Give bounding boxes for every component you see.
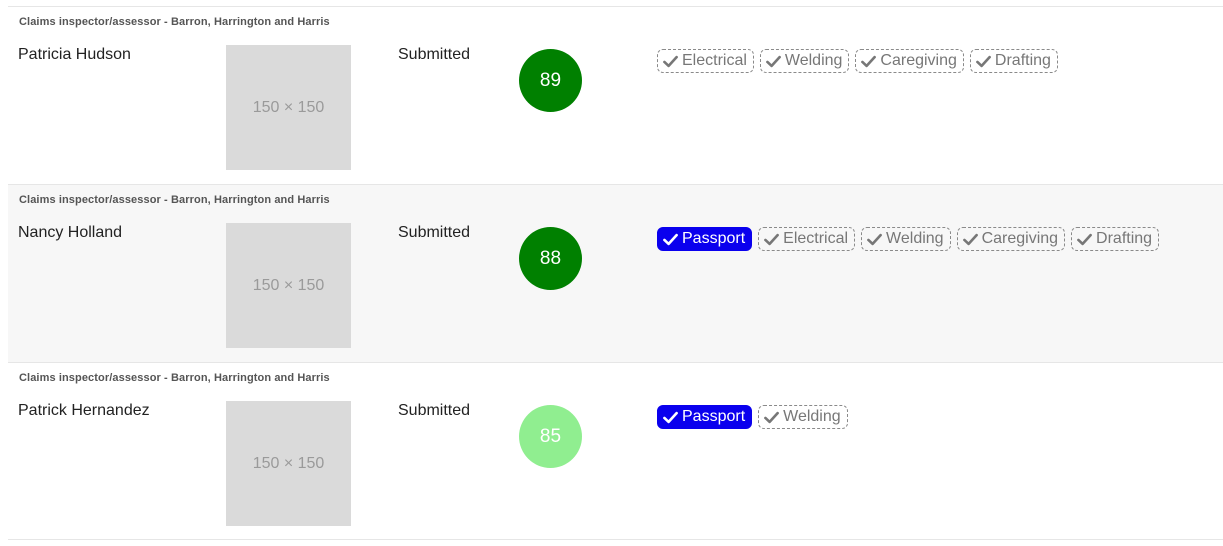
skill-tag-label: Caregiving	[981, 230, 1059, 247]
applicant-name[interactable]: Patrick Hernandez	[18, 402, 150, 420]
skill-tag[interactable]: Caregiving	[956, 227, 1066, 251]
application-status: Submitted	[398, 46, 471, 63]
application-status: Submitted	[398, 402, 471, 419]
applicant-photo: 150 × 150	[226, 45, 351, 170]
skill-tag[interactable]: Welding	[758, 405, 848, 429]
applicant-photo: 150 × 150	[226, 401, 351, 526]
check-icon	[766, 55, 781, 67]
skill-tag[interactable]: Electrical	[657, 49, 754, 73]
skill-tag[interactable]: Passport	[657, 405, 753, 429]
skill-tag[interactable]: Drafting	[969, 49, 1058, 73]
score-value: 88	[539, 247, 562, 269]
skill-tags: Passport Welding	[657, 405, 848, 429]
photo-placeholder-text: 150 × 150	[252, 98, 325, 116]
skill-tag-label: Drafting	[994, 52, 1051, 69]
photo-placeholder-text: 150 × 150	[252, 454, 325, 472]
applicant-row[interactable]: Claims inspector/assessor - Barron, Harr…	[8, 362, 1223, 540]
check-icon	[976, 55, 991, 67]
skill-tag[interactable]: Caregiving	[855, 49, 964, 73]
check-icon	[861, 55, 877, 67]
skill-tag-label: Welding	[783, 408, 841, 425]
applicant-row[interactable]: Claims inspector/assessor - Barron, Harr…	[8, 184, 1223, 362]
applicant-row[interactable]: Claims inspector/assessor - Barron, Harr…	[8, 6, 1223, 184]
score-value: 85	[539, 425, 562, 447]
skill-tag-label: Welding	[784, 52, 843, 69]
score-badge: 89	[519, 49, 582, 112]
skill-tag-label: Passport	[682, 408, 746, 425]
application-status: Submitted	[398, 224, 471, 241]
skill-tag-label: Caregiving	[880, 52, 957, 69]
check-icon	[1077, 233, 1092, 245]
photo-placeholder-text: 150 × 150	[252, 276, 325, 294]
skill-tag[interactable]: Electrical	[758, 227, 856, 251]
skill-tag-label: Electrical	[682, 52, 747, 69]
applicant-name[interactable]: Patricia Hudson	[18, 46, 131, 64]
check-icon	[867, 233, 882, 245]
check-icon	[663, 411, 678, 423]
score-badge: 85	[519, 405, 582, 468]
skill-tag[interactable]: Welding	[861, 227, 951, 251]
check-icon	[764, 233, 780, 245]
skill-tag-label: Passport	[682, 230, 746, 247]
skill-tag-label: Welding	[886, 230, 944, 247]
skill-tags: Electrical Welding Caregiving Drafting	[657, 49, 1058, 73]
check-icon	[962, 233, 978, 245]
applicant-list: Claims inspector/assessor - Barron, Harr…	[8, 6, 1223, 540]
skill-tag[interactable]: Passport	[657, 227, 753, 251]
applicant-photo: 150 × 150	[226, 223, 351, 348]
check-icon	[663, 55, 678, 67]
score-value: 89	[539, 69, 562, 91]
skill-tag-label: Electrical	[783, 230, 849, 247]
applicant-name[interactable]: Nancy Holland	[18, 224, 122, 242]
skill-tag-label: Drafting	[1096, 230, 1153, 247]
skill-tags: Passport Electrical Welding Caregiving Draft…	[657, 227, 1160, 251]
skill-tag[interactable]: Welding	[759, 49, 850, 73]
skill-tag[interactable]: Drafting	[1071, 227, 1160, 251]
check-icon	[663, 233, 678, 245]
job-title: Claims inspector/assessor - Barron, Harr…	[19, 16, 330, 28]
score-badge: 88	[519, 227, 582, 290]
job-title: Claims inspector/assessor - Barron, Harr…	[19, 372, 330, 384]
check-icon	[764, 411, 780, 423]
job-title: Claims inspector/assessor - Barron, Harr…	[19, 194, 330, 206]
